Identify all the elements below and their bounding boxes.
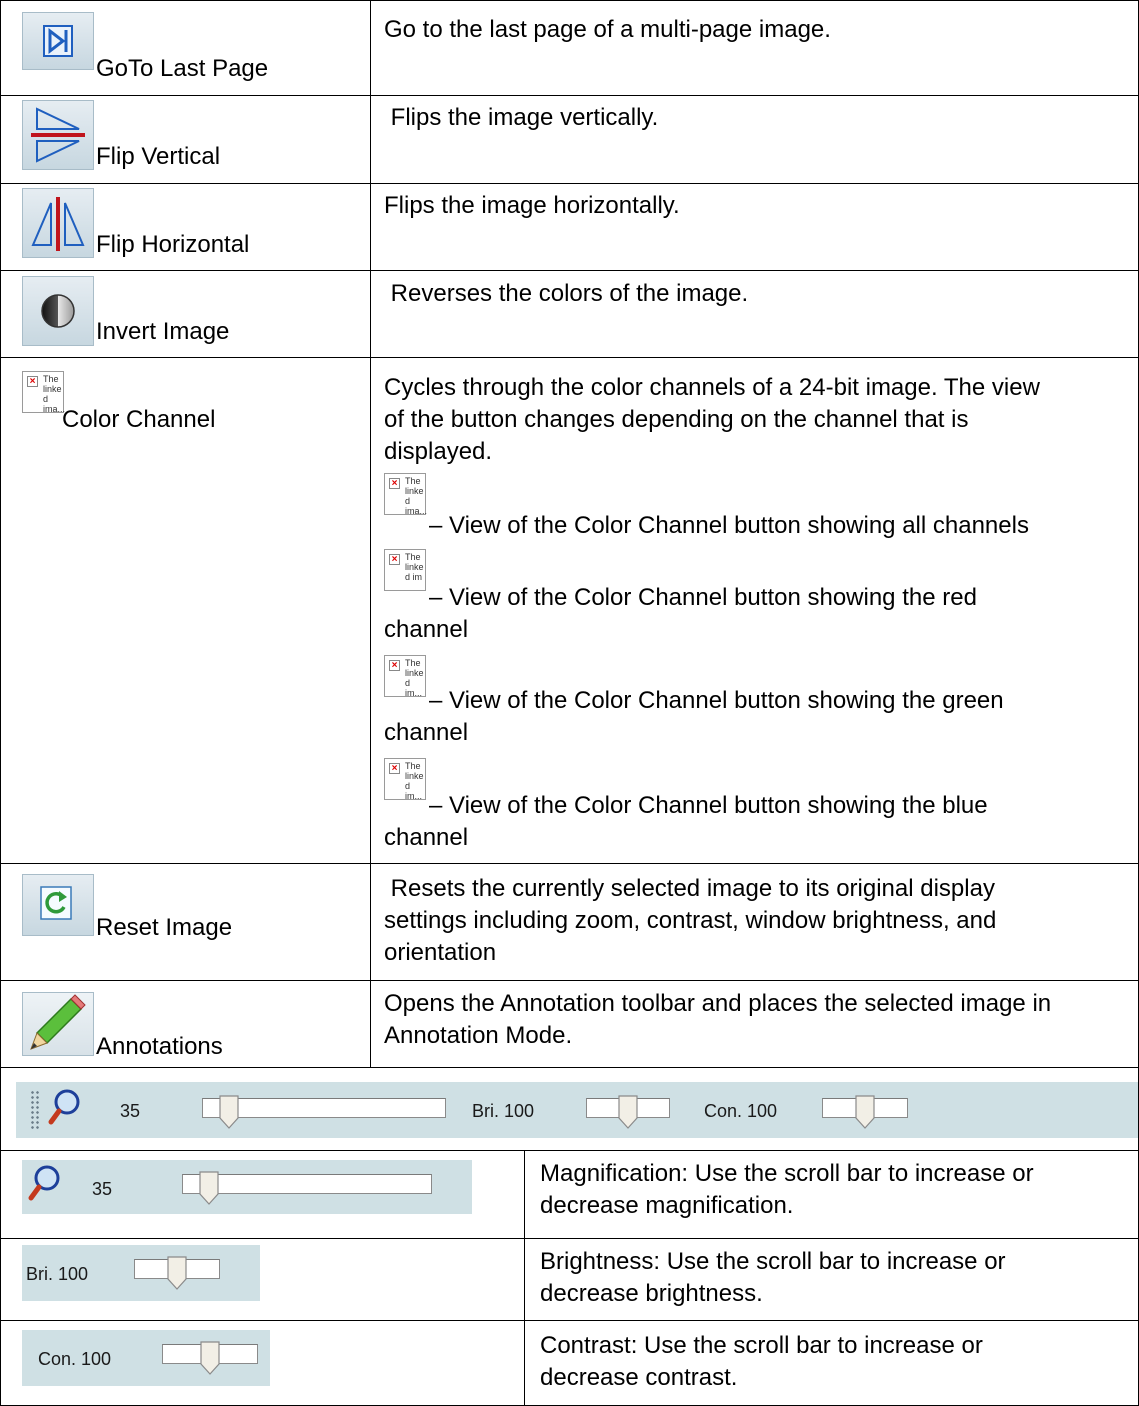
channel-view-text: channel [384, 616, 469, 643]
invert-image-icon [41, 294, 75, 328]
broken-image-icon[interactable]: × The linke d ima... [22, 371, 65, 414]
flip-horizontal-icon [31, 197, 85, 251]
invert-image-button[interactable] [22, 276, 94, 346]
contrast-label: Con. 100 [38, 1349, 112, 1369]
zoom-value: 35 [92, 1179, 113, 1199]
brightness-label: Bri. 100 [26, 1264, 89, 1284]
magnification-control: 35 [22, 1160, 472, 1214]
row-divider [0, 980, 1139, 981]
row-description: of the button changes depending on the c… [384, 406, 969, 433]
broken-image-icon: × The linke d im [384, 549, 426, 591]
row-divider [0, 863, 1139, 864]
slider-description: Magnification: Use the scroll bar to inc… [540, 1160, 1034, 1187]
contrast-slider-thumb[interactable] [199, 1340, 221, 1376]
row-description: Go to the last page of a multi-page imag… [384, 16, 831, 43]
row-label: Reset Image [96, 914, 233, 941]
table-border [0, 0, 1, 1067]
column-divider [370, 0, 371, 1067]
pencil-icon [30, 994, 86, 1050]
brightness-control: Bri. 100 [22, 1245, 260, 1301]
broken-image-text: The linke d im [405, 552, 424, 582]
zoom-slider-thumb[interactable] [198, 1170, 220, 1206]
brightness-label: Bri. 100 [472, 1101, 535, 1121]
contrast-label: Con. 100 [704, 1101, 778, 1121]
channel-view-text: channel [384, 824, 469, 851]
broken-image-text: The linke d ima... [405, 476, 428, 516]
contrast-slider-thumb[interactable] [854, 1094, 876, 1130]
slider-description: decrease magnification. [540, 1192, 794, 1219]
table-border [0, 0, 1139, 1]
broken-image-icon: × The linke d im... [384, 655, 426, 698]
slider-description: decrease contrast. [540, 1364, 738, 1391]
brightness-slider-thumb[interactable] [166, 1255, 188, 1291]
row-label: Flip Vertical [96, 143, 221, 170]
row-description: Resets the currently selected image to i… [384, 875, 995, 902]
row-divider [0, 1238, 1139, 1239]
row-divider [0, 95, 1139, 96]
channel-view-text: – View of the Color Channel button showi… [429, 687, 1004, 714]
row-description: Flips the image vertically. [384, 104, 659, 131]
zoom-slider-thumb[interactable] [218, 1094, 240, 1130]
row-divider [0, 183, 1139, 184]
broken-image-icon: × The linke d ima... [384, 473, 428, 516]
row-description: orientation [384, 939, 497, 966]
row-label: Flip Horizontal [96, 231, 250, 258]
reset-image-button[interactable] [22, 874, 94, 936]
broken-image-icon: × The linke d im... [384, 758, 426, 801]
slider-description: decrease brightness. [540, 1280, 763, 1307]
row-description: displayed. [384, 438, 493, 465]
channel-view-text: – View of the Color Channel button showi… [429, 792, 988, 819]
channel-view-text: – View of the Color Channel button showi… [429, 584, 977, 611]
row-label: Annotations [96, 1033, 223, 1060]
annotations-button[interactable] [22, 992, 94, 1056]
broken-image-text: The linke d im... [405, 658, 424, 698]
magnifier-icon [48, 1089, 80, 1125]
row-label: GoTo Last Page [96, 55, 269, 82]
broken-image-text: The linke d im... [405, 761, 424, 801]
row-divider [0, 357, 1139, 358]
slider-description: Contrast: Use the scroll bar to increase… [540, 1332, 983, 1359]
channel-view-text: channel [384, 719, 469, 746]
image-toolbar: 35 Bri. 100 Con. 100 [16, 1082, 1139, 1138]
table-border [0, 1067, 1, 1406]
row-label: Color Channel [62, 406, 216, 433]
row-description: Reverses the colors of the image. [384, 280, 749, 307]
row-label: Invert Image [96, 318, 230, 345]
flip-vertical-icon [31, 107, 85, 163]
row-description: Opens the Annotation toolbar and places … [384, 990, 1052, 1017]
flip-vertical-button[interactable] [22, 100, 94, 170]
row-description: settings including zoom, contrast, windo… [384, 907, 997, 934]
goto-last-page-button[interactable] [22, 12, 94, 70]
row-divider [0, 1067, 1139, 1068]
flip-horizontal-button[interactable] [22, 188, 94, 258]
toolbar-grip[interactable] [30, 1090, 40, 1130]
magnifier-icon [28, 1165, 60, 1201]
reset-image-icon [40, 886, 72, 920]
slider-description: Brightness: Use the scroll bar to increa… [540, 1248, 1006, 1275]
column-divider [524, 1150, 525, 1406]
contrast-control: Con. 100 [22, 1330, 270, 1386]
goto-last-page-icon [43, 25, 73, 57]
row-divider [0, 1320, 1139, 1321]
row-description: Annotation Mode. [384, 1022, 573, 1049]
channel-view-text: – View of the Color Channel button showi… [429, 512, 1029, 539]
brightness-slider-thumb[interactable] [617, 1094, 639, 1130]
row-divider [0, 270, 1139, 271]
zoom-value: 35 [120, 1101, 141, 1121]
row-divider [0, 1150, 1139, 1151]
row-description: Cycles through the color channels of a 2… [384, 374, 1040, 401]
row-description: Flips the image horizontally. [384, 192, 680, 219]
